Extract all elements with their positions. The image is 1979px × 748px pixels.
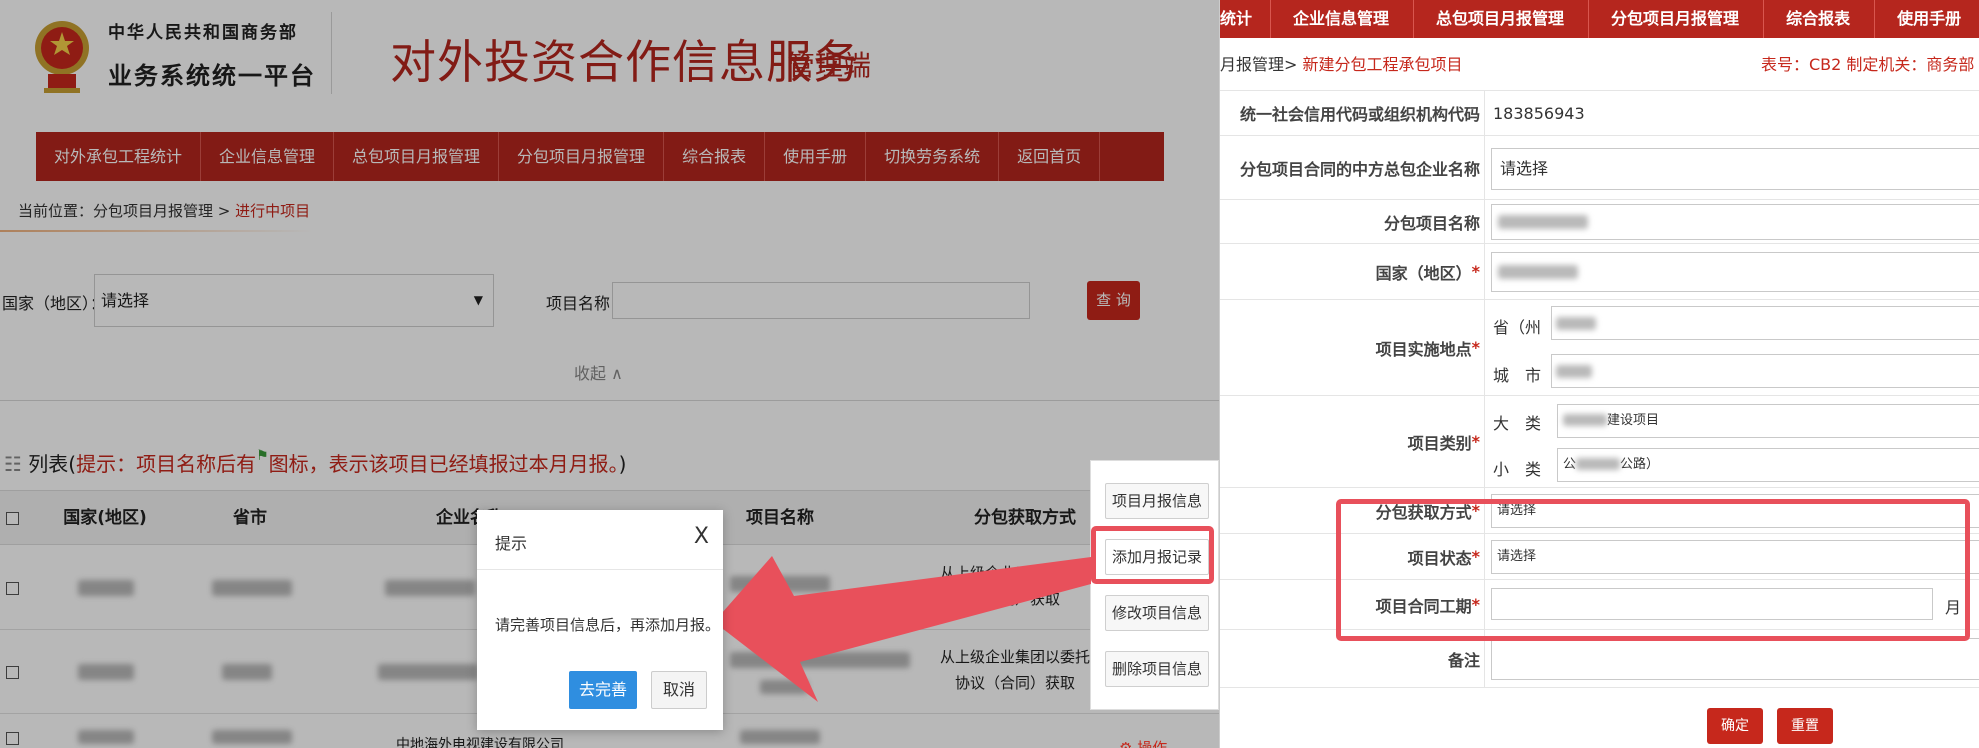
minor-category-select[interactable]: 公 公路）	[1557, 448, 1979, 482]
major-category-select[interactable]: 建设项目	[1557, 404, 1979, 438]
location-label-text: 项目实施地点	[1375, 339, 1472, 359]
major-category-label: 大 类	[1493, 414, 1542, 433]
form-row-project-name: 分包项目名称	[1220, 200, 1979, 244]
form-actions: 确定 重置	[1220, 708, 1979, 744]
blurred-minor-category	[1576, 458, 1621, 470]
form-number: 表号：CB2 制定机关：商务部 批	[1761, 55, 1979, 74]
contractor-label: 分包项目合同的中方总包企业名称	[1220, 136, 1484, 199]
form-row-credit-code: 统一社会信用代码或组织机构代码 183856943	[1220, 90, 1979, 136]
blurred-project-name	[1498, 215, 1588, 229]
form-row-contractor: 分包项目合同的中方总包企业名称 请选择	[1220, 136, 1979, 200]
required-mark: *	[1471, 338, 1480, 357]
edit-project-button[interactable]: 修改项目信息	[1105, 595, 1209, 631]
required-mark: *	[1471, 432, 1480, 451]
credit-code-value: 183856943	[1493, 104, 1585, 123]
annotation-highlight-add-record	[1091, 526, 1214, 584]
project-name-cell	[1484, 200, 1979, 243]
project-name-label: 分包项目名称	[1220, 200, 1484, 243]
location-label: 项目实施地点 *	[1220, 300, 1484, 395]
dialog-title: 提示	[495, 534, 528, 553]
country-select[interactable]	[1491, 252, 1979, 292]
cancel-button[interactable]: 取消	[651, 671, 707, 709]
nav-item-reports[interactable]: 综合报表	[1764, 0, 1876, 38]
form-row-category: 项目类别 * 大 类 建设项目 小 类 公 公路）	[1220, 396, 1979, 488]
management-portal-panel: 中华人民共和国商务部 业务系统统一平台 对外投资合作信息服务 管理端 对外承包工…	[0, 0, 1219, 748]
category-cell: 大 类 建设项目 小 类 公 公路）	[1484, 396, 1979, 487]
delete-project-button[interactable]: 删除项目信息	[1105, 651, 1209, 687]
dialog-message: 请完善项目信息后，再添加月报。	[495, 616, 721, 634]
form-row-country: 国家（地区） *	[1220, 244, 1979, 300]
city-select[interactable]	[1551, 354, 1979, 388]
nav-item-subcontract-monthly[interactable]: 分包项目月报管理	[1589, 0, 1765, 38]
dialog-header: 提示 X	[477, 510, 723, 570]
blurred-country	[1498, 265, 1578, 279]
nav-item-enterprise-info[interactable]: 企业信息管理	[1271, 0, 1415, 38]
country-label: 国家（地区） *	[1220, 244, 1484, 299]
contractor-select[interactable]: 请选择	[1491, 148, 1979, 190]
annotation-highlight-required-fields	[1336, 499, 1970, 641]
country-label-text: 国家（地区）	[1375, 263, 1472, 283]
row-action-menu: 项目月报信息 添加月报记录 修改项目信息 删除项目信息 ⚙ 操作	[1090, 460, 1219, 748]
row-operation-link[interactable]: ⚙ 操作	[1119, 737, 1167, 748]
category-label-text: 项目类别	[1407, 433, 1472, 453]
blurred-city	[1556, 365, 1592, 378]
minor-category-label: 小 类	[1493, 460, 1542, 479]
row-operation-label: 操作	[1137, 739, 1168, 748]
location-cell: 省（州 城 市	[1484, 300, 1979, 395]
required-mark: *	[1471, 262, 1480, 281]
right-breadcrumb-current: 新建分包工程承包项目	[1302, 55, 1463, 74]
close-icon[interactable]: X	[694, 524, 709, 549]
settings-icon: ⚙	[1119, 739, 1138, 748]
go-complete-button[interactable]: 去完善	[569, 671, 637, 709]
category-label: 项目类别 *	[1220, 396, 1484, 487]
province-label: 省（州	[1493, 318, 1542, 337]
new-subcontract-panel: 统计 企业信息管理 总包项目月报管理 分包项目月报管理 综合报表 使用手册 切 …	[1219, 0, 1979, 748]
right-breadcrumb-prefix: 月报管理>	[1220, 55, 1303, 74]
contractor-cell: 请选择	[1484, 136, 1979, 199]
blurred-province	[1556, 317, 1596, 330]
right-breadcrumb: 月报管理> 新建分包工程承包项目	[1220, 51, 1463, 75]
nav-item-manual[interactable]: 使用手册	[1875, 0, 1979, 38]
project-name-input[interactable]	[1491, 204, 1979, 240]
blurred-major-category	[1563, 414, 1607, 426]
city-label: 城 市	[1493, 366, 1542, 385]
prompt-dialog: 提示 X 请完善项目信息后，再添加月报。 去完善 取消	[477, 510, 723, 730]
confirm-button[interactable]: 确定	[1707, 708, 1763, 744]
remark-input[interactable]	[1491, 638, 1979, 680]
province-select[interactable]	[1551, 306, 1979, 340]
country-cell	[1484, 244, 1979, 299]
minor-category-value-b: 公路）	[1620, 457, 1660, 472]
credit-code-label: 统一社会信用代码或组织机构代码	[1220, 91, 1484, 135]
minor-category-value-a: 公	[1563, 457, 1577, 472]
right-main-nav: 统计 企业信息管理 总包项目月报管理 分包项目月报管理 综合报表 使用手册 切	[1220, 0, 1979, 38]
major-category-value: 建设项目	[1607, 413, 1660, 428]
reset-button[interactable]: 重置	[1777, 708, 1833, 744]
nav-item-general-contract-monthly[interactable]: 总包项目月报管理	[1414, 0, 1590, 38]
monthly-report-info-button[interactable]: 项目月报信息	[1105, 483, 1209, 519]
form-row-location: 项目实施地点 * 省（州 城 市	[1220, 300, 1979, 396]
credit-code-cell: 183856943	[1484, 91, 1979, 135]
nav-item-stats[interactable]: 统计	[1220, 0, 1272, 38]
